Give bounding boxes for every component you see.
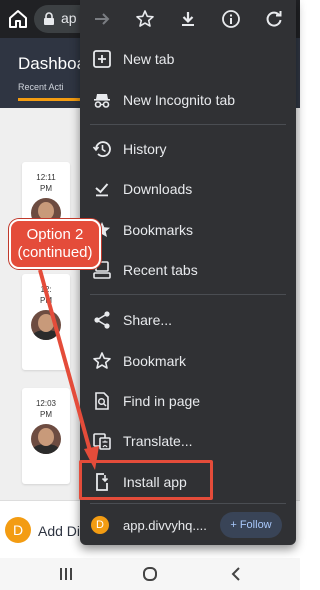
site-name: app.divvyhq.... bbox=[123, 518, 207, 533]
feed-time: 12:03 PM bbox=[35, 399, 57, 419]
info-icon[interactable] bbox=[221, 9, 241, 29]
menu-item-history[interactable]: History bbox=[80, 131, 296, 167]
follow-button[interactable]: + Follow bbox=[220, 512, 282, 538]
callout-line-2: (continued) bbox=[17, 244, 93, 261]
menu-item-label: New Incognito tab bbox=[123, 92, 236, 108]
star-icon[interactable] bbox=[135, 9, 155, 29]
menu-item-new-incognito-tab[interactable]: New Incognito tab bbox=[80, 82, 296, 118]
share-icon bbox=[94, 311, 110, 329]
feed-time: 12:11 PM bbox=[36, 173, 56, 193]
menu-item-label: History bbox=[123, 141, 167, 157]
menu-item-label: Share... bbox=[123, 312, 173, 328]
menu-divider bbox=[90, 124, 286, 125]
feed-card[interactable]: 12:03 PM bbox=[22, 388, 70, 484]
download-icon[interactable] bbox=[178, 9, 198, 29]
highlight-box bbox=[79, 460, 213, 500]
menu-item-bookmarks[interactable]: Bookmarks bbox=[80, 212, 296, 248]
menu-item-label: Bookmark bbox=[123, 353, 187, 369]
callout-line-1: Option 2 bbox=[26, 226, 84, 243]
recents-icon[interactable] bbox=[58, 566, 74, 582]
incognito-icon bbox=[94, 94, 110, 108]
downloads-icon bbox=[95, 183, 109, 197]
translate-icon bbox=[93, 433, 111, 450]
menu-item-downloads[interactable]: Downloads bbox=[80, 171, 296, 207]
feed-time: 12: PM bbox=[40, 285, 52, 305]
menu-divider bbox=[90, 503, 286, 504]
home-nav-icon[interactable] bbox=[142, 566, 158, 582]
menu-item-label: Find in page bbox=[123, 393, 201, 409]
forward-icon[interactable] bbox=[92, 9, 112, 29]
menu-item-recent-tabs[interactable]: Recent tabs bbox=[80, 252, 296, 288]
avatar: D bbox=[5, 517, 31, 543]
menu-icon-row bbox=[80, 0, 296, 38]
history-icon bbox=[92, 141, 111, 157]
site-follow-row: D app.divvyhq.... + Follow bbox=[80, 508, 296, 542]
avatar bbox=[31, 310, 61, 340]
menu-item-label: Translate... bbox=[123, 433, 193, 449]
annotation-callout: Option 2 (continued) bbox=[9, 219, 101, 269]
menu-divider bbox=[90, 294, 286, 295]
url-text: ap bbox=[61, 10, 77, 26]
page-title: Dashboa bbox=[18, 54, 87, 73]
menu-item-translate[interactable]: Translate... bbox=[80, 423, 296, 459]
menu-item-label: Downloads bbox=[123, 181, 193, 197]
avatar bbox=[31, 424, 61, 454]
menu-item-new-tab[interactable]: New tab bbox=[80, 41, 296, 77]
menu-item-share[interactable]: Share... bbox=[80, 302, 296, 338]
new-tab-icon bbox=[93, 50, 111, 68]
lock-icon bbox=[44, 12, 54, 25]
site-avatar: D bbox=[91, 516, 109, 534]
home-icon[interactable] bbox=[6, 7, 30, 31]
bookmark-star-icon bbox=[93, 352, 111, 369]
find-in-page-icon bbox=[95, 392, 109, 410]
menu-item-bookmark[interactable]: Bookmark bbox=[80, 343, 296, 379]
menu-item-find-in-page[interactable]: Find in page bbox=[80, 383, 296, 419]
menu-item-label: Bookmarks bbox=[123, 222, 194, 238]
system-nav-bar bbox=[0, 558, 300, 590]
menu-item-label: Recent tabs bbox=[123, 262, 198, 278]
menu-item-label: New tab bbox=[123, 51, 175, 67]
feed-card[interactable]: 12: PM bbox=[22, 274, 70, 370]
back-icon[interactable] bbox=[228, 566, 244, 582]
add-link[interactable]: Add Di bbox=[38, 523, 80, 539]
tab-recent-activity[interactable]: Recent Acti bbox=[18, 82, 84, 101]
refresh-icon[interactable] bbox=[264, 9, 284, 29]
